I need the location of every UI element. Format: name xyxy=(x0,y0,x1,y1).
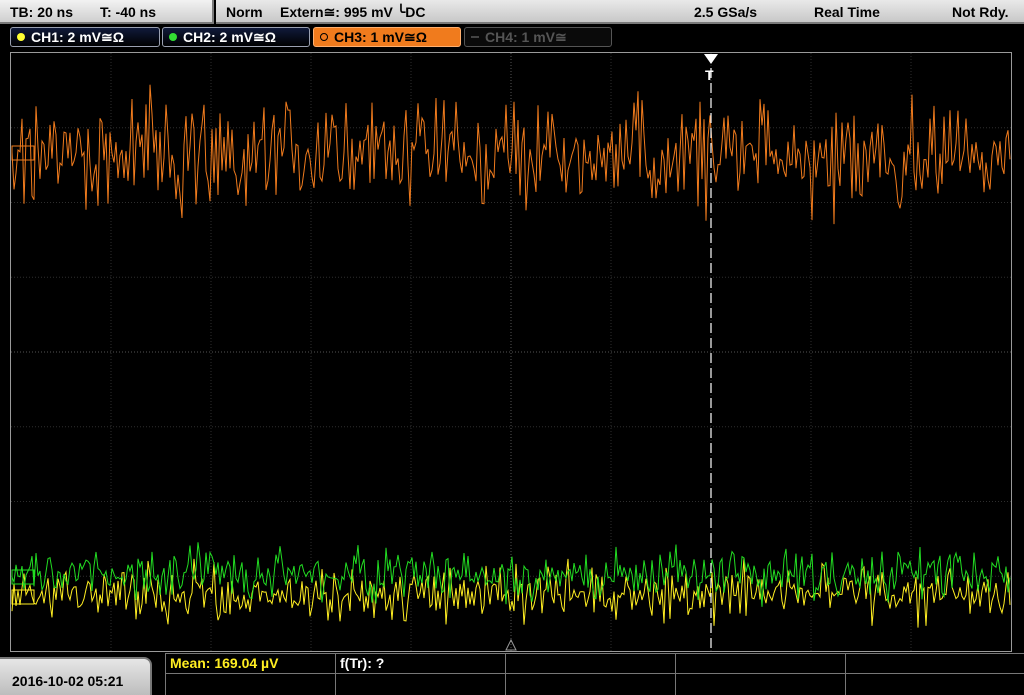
meas-divider-top xyxy=(165,653,1024,654)
meas-divider-mid xyxy=(165,673,1024,674)
meas-divider-v2 xyxy=(505,653,506,695)
meas-divider-v4 xyxy=(845,653,846,695)
waveform-plot: T xyxy=(11,53,1011,651)
measurement-mean[interactable]: Mean: 169.04 µV xyxy=(170,655,278,674)
datetime-label: 2016-10-02 05:21 xyxy=(12,673,124,689)
meas-divider-v3 xyxy=(675,653,676,695)
meas-divider-v1 xyxy=(335,653,336,695)
datetime-box: 2016-10-02 05:21 xyxy=(0,657,152,695)
trigger-position-arrow-icon[interactable] xyxy=(704,54,718,64)
meas-divider-v0 xyxy=(165,653,166,695)
trigger-marker: T xyxy=(705,67,714,83)
measurement-frequency[interactable]: f(Tr): ? xyxy=(340,655,384,674)
